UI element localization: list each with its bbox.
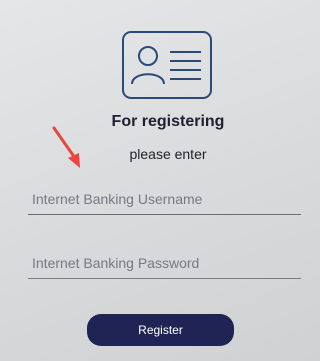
register-button[interactable]: Register (87, 314, 234, 346)
username-field[interactable] (28, 187, 301, 215)
id-card-icon (122, 31, 212, 99)
register-screen: For registering please enter Register (0, 0, 320, 361)
password-field[interactable] (28, 251, 301, 279)
red-arrow-icon (52, 126, 80, 168)
